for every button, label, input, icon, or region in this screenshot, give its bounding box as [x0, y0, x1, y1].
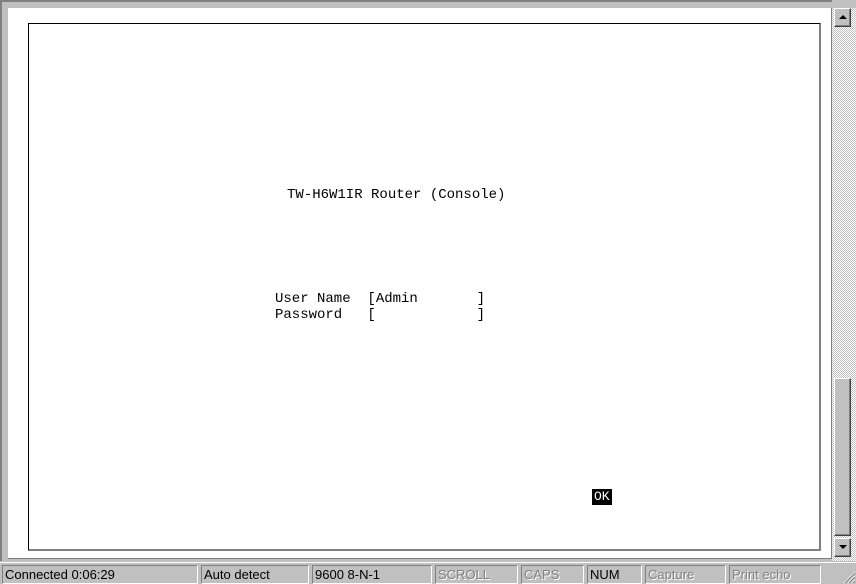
ok-button[interactable]: OK [592, 489, 612, 505]
up-arrow-icon [839, 15, 847, 19]
username-field[interactable]: User Name [Admin ] [275, 291, 485, 307]
scroll-thumb[interactable] [834, 378, 851, 536]
status-caps: CAPS [521, 565, 584, 584]
scroll-up-button[interactable] [834, 8, 851, 27]
status-capture: Capture [645, 565, 726, 584]
terminal-window: TW-H6W1IR Router (Console) User Name [Ad… [0, 0, 832, 561]
down-arrow-icon [839, 545, 847, 549]
console-title: TW-H6W1IR Router (Console) [287, 187, 506, 203]
resize-grip-icon[interactable] [842, 570, 856, 584]
terminal-screen[interactable]: TW-H6W1IR Router (Console) User Name [Ad… [28, 23, 821, 551]
password-field[interactable]: Password [ ] [275, 307, 485, 323]
status-num: NUM [587, 565, 642, 584]
status-port: 9600 8-N-1 [312, 565, 432, 584]
status-detect: Auto detect [201, 565, 309, 584]
status-connected: Connected 0:06:29 [2, 565, 198, 584]
status-print-echo: Print echo [729, 565, 821, 584]
scroll-down-button[interactable] [834, 538, 851, 557]
status-bar: Connected 0:06:29 Auto detect 9600 8-N-1… [0, 562, 856, 584]
vertical-scrollbar[interactable] [832, 8, 856, 561]
terminal-inner: TW-H6W1IR Router (Console) User Name [Ad… [8, 8, 832, 559]
status-scroll: SCROLL [435, 565, 518, 584]
